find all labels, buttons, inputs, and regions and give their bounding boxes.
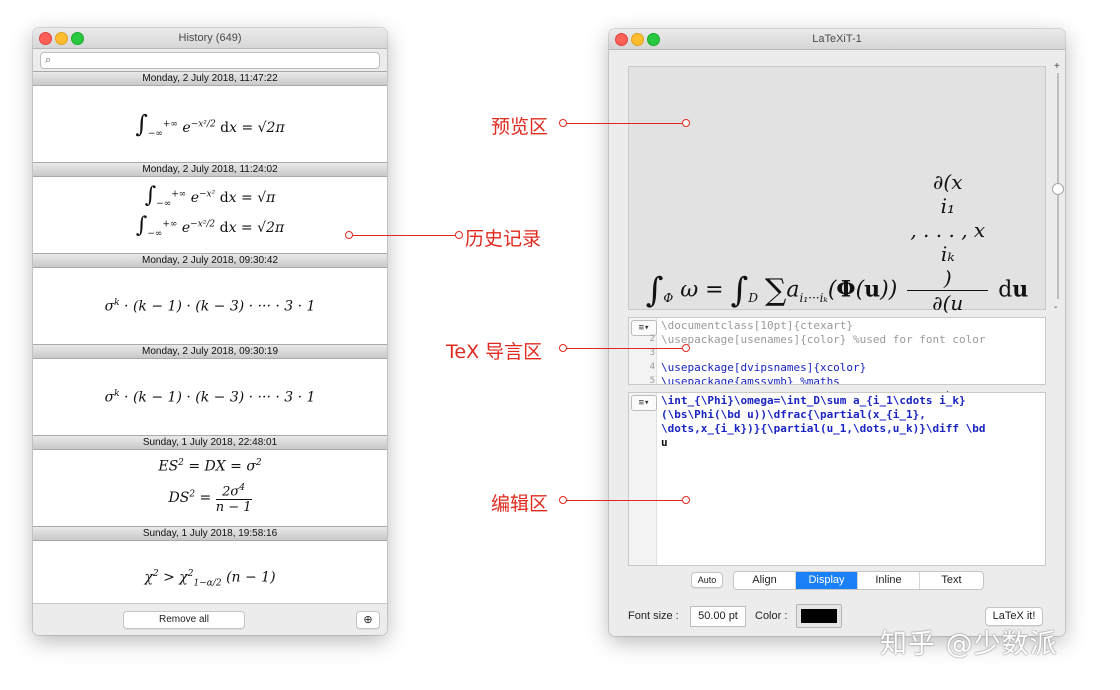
history-item[interactable]: ∫−∞+∞ e−x² dx = √π ∫−∞+∞ e−x²/2 dx = √2π <box>33 177 387 253</box>
annotation-preview: 预览区 <box>491 116 549 138</box>
history-formula: ∫−∞+∞ e−x² dx = √π <box>144 183 276 209</box>
close-button[interactable] <box>615 33 628 46</box>
mode-text-tab[interactable]: Text <box>920 572 983 589</box>
zoom-plus-icon[interactable]: + <box>1054 61 1060 72</box>
history-item[interactable]: σk · (k − 1) · (k − 3) · ··· · 3 · 1 <box>33 359 387 435</box>
history-date-header: Monday, 2 July 2018, 09:30:42 <box>33 253 387 268</box>
history-formula: DS2 = 2σ4 n − 1 <box>168 482 252 515</box>
annotation-dot <box>455 231 463 239</box>
line-number: 3 <box>649 348 655 358</box>
history-date-header: Monday, 2 July 2018, 11:47:22 <box>33 71 387 86</box>
preview-area[interactable]: ∫Φ ω = ∫D ∑ai₁···iₖ(Φ(u)) ∂(x i₁, . . . ,… <box>628 66 1046 411</box>
editor-line: (\bs\Phi(\bd u))\dfrac{\partial(x_{i_1}, <box>661 408 926 421</box>
annotation-dot <box>682 119 690 127</box>
editor-gutter: ≡▾ <box>629 393 657 565</box>
editor-menu-icon[interactable]: ≡▾ <box>631 395 657 411</box>
history-window-title: History (649) <box>178 32 242 44</box>
history-formula: ∫−∞+∞ e−x²/2 dx = √2π <box>135 110 285 139</box>
zoom-in-icon[interactable]: ⊕ <box>356 611 380 629</box>
annotation-dot <box>682 496 690 504</box>
editor-line: \dots,x_{i_k})}{\partial(u_1,\dots,u_k)}… <box>661 422 986 435</box>
search-icon: ⌕ <box>45 54 52 66</box>
history-formula: χ2 > χ21−α/2 (n − 1) <box>144 569 276 589</box>
history-item[interactable]: ∫−∞+∞ e−x²/2 dx = √2π <box>33 86 387 162</box>
annotation-preamble: TeX 导言区 <box>446 341 543 363</box>
history-item[interactable]: ES2 = DX = σ2 DS2 = 2σ4 n − 1 <box>33 450 387 526</box>
history-search-input[interactable]: ⌕ <box>40 52 380 69</box>
mode-align-tab[interactable]: Align <box>734 572 796 589</box>
color-swatch <box>801 609 837 623</box>
line-number: 4 <box>649 362 655 372</box>
history-formula: σk · (k − 1) · (k − 3) · ··· · 3 · 1 <box>104 389 316 406</box>
history-list[interactable]: Monday, 2 July 2018, 11:47:22 ∫−∞+∞ e−x²… <box>33 71 387 604</box>
annotation-leader <box>566 500 682 501</box>
preamble-editor[interactable]: ≡▾ 2 3 4 5 \documentclass[10pt]{ctexart}… <box>628 317 1046 385</box>
history-window: History (649) ⌕ Monday, 2 July 2018, 11:… <box>33 28 387 635</box>
color-well[interactable] <box>796 604 842 628</box>
history-footer: Remove all ⊕ <box>33 603 387 635</box>
annotation-history: 历史记录 <box>465 228 542 250</box>
history-formula: ∫−∞+∞ e−x²/2 dx = √2π <box>135 212 285 239</box>
zoom-button[interactable] <box>647 33 660 46</box>
close-button[interactable] <box>39 32 52 45</box>
history-date-header: Sunday, 1 July 2018, 22:48:01 <box>33 435 387 450</box>
zoom-minus-icon[interactable]: - <box>1054 302 1057 313</box>
latexit-window-title: LaTeXiT-1 <box>812 33 862 45</box>
annotation-leader <box>566 348 682 349</box>
preamble-line: \usepackage[dvipsnames]{xcolor} <box>661 361 867 374</box>
editor-line: u <box>661 436 668 449</box>
mode-inline-tab[interactable]: Inline <box>858 572 920 589</box>
annotation-editor: 编辑区 <box>491 493 549 515</box>
annotation-leader <box>352 235 456 236</box>
history-date-header: Monday, 2 July 2018, 11:24:02 <box>33 162 387 177</box>
line-number: 5 <box>649 376 655 385</box>
annotation-leader <box>566 123 682 124</box>
history-formula: ES2 = DX = σ2 <box>158 458 262 475</box>
zoom-slider-knob[interactable] <box>1052 183 1064 195</box>
font-size-label: Font size : <box>628 610 679 622</box>
mode-selector: Align Display Inline Text <box>733 571 984 590</box>
mode-display-tab[interactable]: Display <box>796 572 858 589</box>
history-date-header: Monday, 2 July 2018, 09:30:19 <box>33 344 387 359</box>
history-titlebar: History (649) <box>33 28 387 49</box>
latexit-window: LaTeXiT-1 ∫Φ ω = ∫D ∑ai₁···iₖ(Φ(u)) ∂(x i… <box>609 29 1065 636</box>
minimize-button[interactable] <box>631 33 644 46</box>
font-size-input[interactable]: 50.00 pt <box>690 606 746 627</box>
history-formula: σk · (k − 1) · (k − 3) · ··· · 3 · 1 <box>104 298 316 315</box>
line-number: 2 <box>649 334 655 344</box>
editor-line: \int_{\Phi}\omega=\int_D\sum a_{i_1\cdot… <box>661 394 966 407</box>
auto-button[interactable]: Auto <box>691 572 723 588</box>
latexit-titlebar: LaTeXiT-1 <box>609 29 1065 50</box>
minimize-button[interactable] <box>55 32 68 45</box>
history-item[interactable]: σk · (k − 1) · (k − 3) · ··· · 3 · 1 <box>33 268 387 344</box>
preamble-line: \usepackage[usenames]{color} %used for f… <box>661 333 986 346</box>
annotation-dot <box>682 344 690 352</box>
history-date-header: Sunday, 1 July 2018, 19:58:16 <box>33 526 387 541</box>
preamble-line: \documentclass[10pt]{ctexart} <box>661 319 854 332</box>
history-searchbar: ⌕ <box>33 49 387 71</box>
formula-editor[interactable]: ≡▾ \int_{\Phi}\omega=\int_D\sum a_{i_1\c… <box>628 392 1046 566</box>
zoom-button[interactable] <box>71 32 84 45</box>
color-label: Color : <box>755 610 788 622</box>
preamble-line: \usepackage{amssymb} %maths <box>661 375 840 385</box>
remove-all-button[interactable]: Remove all <box>123 611 245 629</box>
watermark: 知乎 @少数派 <box>880 629 1058 660</box>
history-item[interactable]: χ2 > χ21−α/2 (n − 1) <box>33 541 387 601</box>
